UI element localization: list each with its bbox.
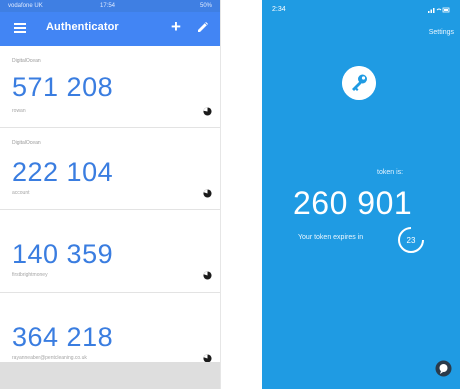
token-row[interactable]: DigitalOcean 222 104 account — [0, 128, 220, 210]
authenticator-screen: vodafone UK 17:54 50% Authenticator + Di… — [0, 0, 221, 389]
token-list: DigitalOcean 571 208 rowan DigitalOcean … — [0, 46, 220, 386]
token-label: token is: — [377, 169, 404, 176]
status-bar: vodafone UK 17:54 50% — [0, 0, 220, 12]
edit-icon[interactable] — [196, 20, 210, 34]
add-icon[interactable]: + — [171, 17, 181, 37]
countdown-pie-icon — [203, 271, 212, 280]
timer-seconds: 23 — [407, 236, 416, 245]
token-code: 571 208 — [12, 72, 114, 102]
token-code: 364 218 — [12, 322, 114, 352]
token-issuer: DigitalOcean — [12, 140, 41, 146]
token-account: firstbrightmoney — [12, 272, 48, 278]
app-bar: Authenticator + — [0, 12, 220, 46]
key-icon — [342, 66, 376, 100]
signal-wifi-battery-icon — [428, 7, 450, 13]
app-title: Authenticator — [46, 21, 119, 33]
carrier-label: vodafone UK — [8, 3, 43, 9]
token-screen: 2:34 Settings token is: 260 901 Your tok… — [262, 0, 460, 389]
token-code: 140 359 — [12, 239, 114, 269]
menu-icon[interactable] — [14, 23, 26, 33]
token-account: account — [12, 190, 30, 196]
chat-icon[interactable] — [435, 360, 452, 377]
token-value: 260 901 — [293, 185, 413, 221]
token-issuer: DigitalOcean — [12, 58, 41, 64]
expiry-timer: 23 — [398, 227, 424, 253]
countdown-pie-icon — [203, 189, 212, 198]
token-row[interactable]: 140 359 firstbrightmoney — [0, 210, 220, 293]
status-time: 2:34 — [272, 6, 286, 13]
settings-link[interactable]: Settings — [429, 29, 454, 36]
countdown-pie-icon — [203, 107, 212, 116]
token-row[interactable]: DigitalOcean 571 208 rowan — [0, 46, 220, 128]
status-time: 17:54 — [100, 3, 116, 9]
token-account: rowan — [12, 108, 26, 114]
expiry-label: Your token expires in — [298, 234, 364, 241]
token-code: 222 104 — [12, 157, 114, 187]
bottom-panel — [0, 362, 220, 389]
battery-label: 50% — [199, 3, 212, 9]
token-account: rayanneaber@pentcleaning.co.uk — [12, 355, 87, 361]
